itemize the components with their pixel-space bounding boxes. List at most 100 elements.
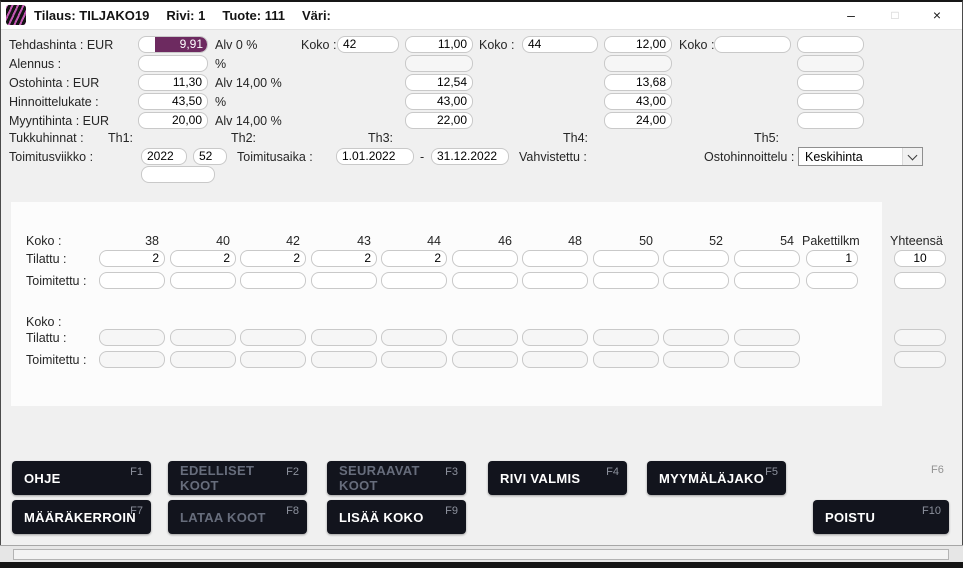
toimitettu-field[interactable] (734, 272, 800, 289)
tilattu2-field[interactable] (593, 329, 659, 346)
koko3-price-field[interactable] (797, 36, 864, 53)
toimitettu-field[interactable] (593, 272, 659, 289)
tilattu2-field[interactable] (663, 329, 729, 346)
toimitettu2-field[interactable] (170, 351, 236, 368)
koko2-discount-field[interactable] (604, 55, 672, 72)
koko3-sales-field[interactable] (797, 112, 864, 129)
f2-key-label: F2 (286, 465, 299, 480)
toimitettu2-field[interactable] (734, 351, 800, 368)
toimitusaika-label: Toimitusaika : (237, 150, 313, 164)
ohje-button[interactable]: OHJE F1 (12, 461, 151, 495)
pakettilkm-tilattu-field[interactable]: 1 (806, 250, 858, 267)
edelliset-koot-button-label: EDELLISET KOOT (180, 463, 281, 493)
seuraavat-koot-button-label: SEURAAVAT KOOT (339, 463, 440, 493)
date-to-field[interactable]: 31.12.2022 (431, 148, 509, 165)
tilattu-field[interactable] (663, 250, 729, 267)
seuraavat-koot-button[interactable]: SEURAAVAT KOOT F3 (327, 461, 466, 495)
date-from-field[interactable]: 1.01.2022 (336, 148, 414, 165)
minimize-button[interactable]: – (836, 2, 866, 28)
delivery-week-field[interactable]: 52 (193, 148, 227, 165)
myyntihinta-field[interactable]: 20,00 (138, 112, 208, 129)
tilattu-field[interactable] (734, 250, 800, 267)
ostohinta-field[interactable]: 11,30 (138, 74, 208, 91)
yhteensa-toimitettu-field[interactable] (894, 272, 946, 289)
tilattu-field[interactable] (593, 250, 659, 267)
tilattu-field[interactable]: 2 (240, 250, 306, 267)
toimitettu-field[interactable] (170, 272, 236, 289)
tilattu-field[interactable]: 2 (170, 250, 236, 267)
koko2-price-field[interactable]: 12,00 (604, 36, 672, 53)
pakettilkm-toimitettu-field[interactable] (806, 272, 858, 289)
maarakerroin-button[interactable]: MÄÄRÄKERROIN F7 (12, 500, 151, 534)
alennus-field[interactable] (138, 55, 208, 72)
ostohinnoittelu-select[interactable]: Keskihinta (798, 147, 923, 166)
yhteensa2-tilattu-field[interactable] (894, 329, 946, 346)
delivery-year-field[interactable]: 2022 (141, 148, 187, 165)
koko3-discount-field[interactable] (797, 55, 864, 72)
toimitettu2-field[interactable] (593, 351, 659, 368)
toimitettu2-field[interactable] (240, 351, 306, 368)
tilattu2-field[interactable] (240, 329, 306, 346)
size-header: 44 (381, 234, 441, 248)
toimitettu-field[interactable] (522, 272, 588, 289)
koko2-purchase-field[interactable]: 13,68 (604, 74, 672, 91)
tilattu2-field[interactable] (311, 329, 377, 346)
toimitettu-field[interactable] (381, 272, 447, 289)
lisaa-koko-button[interactable]: LISÄÄ KOKO F9 (327, 500, 466, 534)
toimitettu-field[interactable] (311, 272, 377, 289)
koko1-price-field[interactable]: 11,00 (405, 36, 473, 53)
toimitettu-field[interactable] (663, 272, 729, 289)
koko3-size-field[interactable] (714, 36, 791, 53)
myymalajako-button[interactable]: MYYMÄLÄJAKO F5 (647, 461, 786, 495)
toimitettu2-field[interactable] (663, 351, 729, 368)
ostohinta-label: Ostohinta : EUR (9, 76, 99, 90)
toimitettu2-field[interactable] (99, 351, 165, 368)
grid1-koko-label: Koko : (26, 234, 61, 248)
koko3-purchase-field[interactable] (797, 74, 864, 91)
koko2-margin-field[interactable]: 43,00 (604, 93, 672, 110)
alennus-suffix-label: % (215, 57, 226, 71)
koko1-size-field[interactable]: 42 (337, 36, 399, 53)
extra-week-field[interactable] (141, 166, 215, 183)
koko1-purchase-field[interactable]: 12,54 (405, 74, 473, 91)
koko3-margin-field[interactable] (797, 93, 864, 110)
f7-key-label: F7 (130, 504, 143, 519)
tilattu-field[interactable]: 2 (99, 250, 165, 267)
toimitettu-field[interactable] (99, 272, 165, 289)
tilattu2-field[interactable] (452, 329, 518, 346)
tilattu2-field[interactable] (734, 329, 800, 346)
combo-arrow-button[interactable] (902, 148, 922, 165)
koko2-sales-field[interactable]: 24,00 (604, 112, 672, 129)
tilattu2-field[interactable] (99, 329, 165, 346)
lataa-koot-button[interactable]: LATAA KOOT F8 (168, 500, 307, 534)
koko1-sales-field[interactable]: 22,00 (405, 112, 473, 129)
hinnoittelukate-field[interactable]: 43,50 (138, 93, 208, 110)
bottom-edge-bar (0, 562, 963, 568)
poistu-button[interactable]: POISTU F10 (813, 500, 949, 534)
f10-key-label: F10 (922, 504, 941, 519)
koko1-discount-field[interactable] (405, 55, 473, 72)
rivi-valmis-button[interactable]: RIVI VALMIS F4 (488, 461, 627, 495)
toimitettu-field[interactable] (452, 272, 518, 289)
yhteensa2-toimitettu-field[interactable] (894, 351, 946, 368)
close-button[interactable]: × (922, 2, 952, 28)
toimitettu2-field[interactable] (452, 351, 518, 368)
toimitettu2-field[interactable] (522, 351, 588, 368)
maximize-button[interactable]: □ (880, 2, 910, 28)
tilattu2-field[interactable] (170, 329, 236, 346)
toimitettu-field[interactable] (240, 272, 306, 289)
tilattu2-field[interactable] (381, 329, 447, 346)
toimitettu2-field[interactable] (381, 351, 447, 368)
tilattu-field[interactable] (452, 250, 518, 267)
koko1-margin-field[interactable]: 43,00 (405, 93, 473, 110)
tilattu-field[interactable]: 2 (311, 250, 377, 267)
edelliset-koot-button[interactable]: EDELLISET KOOT F2 (168, 461, 307, 495)
tilattu2-field[interactable] (522, 329, 588, 346)
yhteensa-tilattu-field[interactable]: 10 (894, 250, 946, 267)
koko2-size-field[interactable]: 44 (522, 36, 598, 53)
tilattu-field[interactable]: 2 (381, 250, 447, 267)
tehdashinta-field[interactable]: 9,91 (138, 36, 208, 53)
toimitettu2-field[interactable] (311, 351, 377, 368)
status-bar-field (13, 549, 949, 560)
tilattu-field[interactable] (522, 250, 588, 267)
